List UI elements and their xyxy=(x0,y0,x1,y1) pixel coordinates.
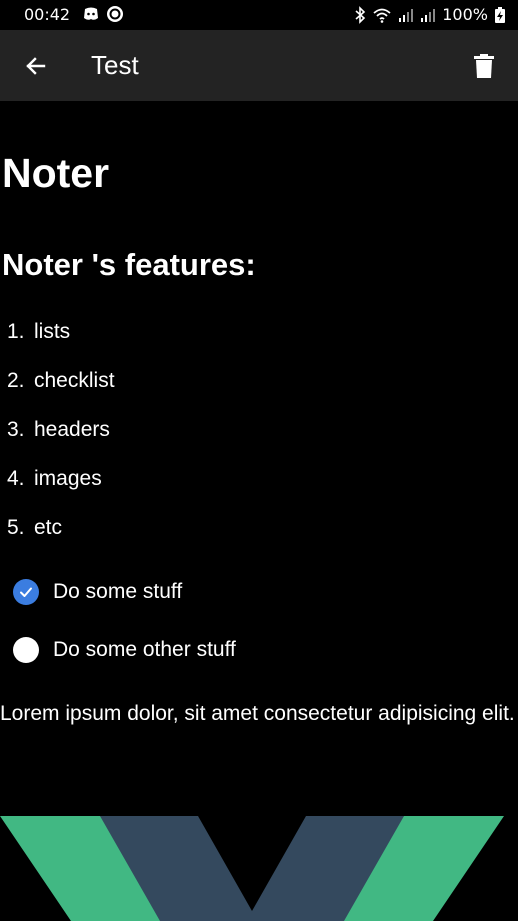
back-button[interactable] xyxy=(18,48,54,84)
list-text: lists xyxy=(34,319,71,343)
discord-icon xyxy=(84,7,98,20)
battery-percentage: 100% xyxy=(442,5,488,24)
checklist-item: Do some other stuff xyxy=(0,621,236,679)
heading-1[interactable]: Noter xyxy=(2,147,109,199)
arrow-back-icon xyxy=(26,57,46,75)
status-bar: 00:42 100% xyxy=(0,0,518,30)
app-icon xyxy=(107,6,123,22)
note-title: Test xyxy=(91,50,139,80)
checkmark-icon xyxy=(20,587,32,597)
list-item[interactable]: 3. headers xyxy=(0,405,115,454)
list-item[interactable]: 1. lists xyxy=(0,307,115,356)
heading-2[interactable]: Noter 's features: xyxy=(2,245,256,285)
list-text: etc xyxy=(34,515,63,539)
checklist-text[interactable]: Do some stuff xyxy=(53,580,182,604)
ordered-list: 1. lists 2. checklist 3. headers 4. imag… xyxy=(0,307,115,552)
trash-icon xyxy=(474,54,494,78)
list-item[interactable]: 2. checklist xyxy=(0,356,115,405)
list-number: 1. xyxy=(7,319,25,343)
checklist: Do some stuff Do some other stuff xyxy=(0,563,236,679)
checkbox-unchecked[interactable] xyxy=(13,637,39,663)
signal-icon xyxy=(421,8,436,22)
delete-button[interactable] xyxy=(466,48,502,84)
list-text: headers xyxy=(34,417,110,441)
signal-icon xyxy=(399,8,414,22)
list-number: 2. xyxy=(7,368,25,392)
list-text: images xyxy=(34,466,102,490)
checklist-text[interactable]: Do some other stuff xyxy=(53,638,236,662)
battery-charging-icon xyxy=(495,6,505,23)
status-system-icons: 100% xyxy=(354,5,506,24)
app-bar: Test xyxy=(0,30,518,101)
status-notification-icons xyxy=(82,5,124,23)
wifi-icon xyxy=(373,8,391,23)
list-item[interactable]: 4. images xyxy=(0,454,115,503)
status-time: 00:42 xyxy=(24,5,71,24)
list-number: 3. xyxy=(7,417,25,441)
vue-logo-image[interactable] xyxy=(0,816,518,921)
vue-logo-green-shape xyxy=(0,816,504,921)
list-number: 5. xyxy=(7,515,25,539)
checkbox-checked[interactable] xyxy=(13,579,39,605)
paragraph[interactable]: Lorem ipsum dolor, sit amet consectetur … xyxy=(0,697,516,731)
list-text: checklist xyxy=(34,368,115,392)
list-item[interactable]: 5. etc xyxy=(0,503,115,552)
checklist-item: Do some stuff xyxy=(0,563,236,621)
bluetooth-icon xyxy=(355,5,366,24)
list-number: 4. xyxy=(7,466,25,490)
